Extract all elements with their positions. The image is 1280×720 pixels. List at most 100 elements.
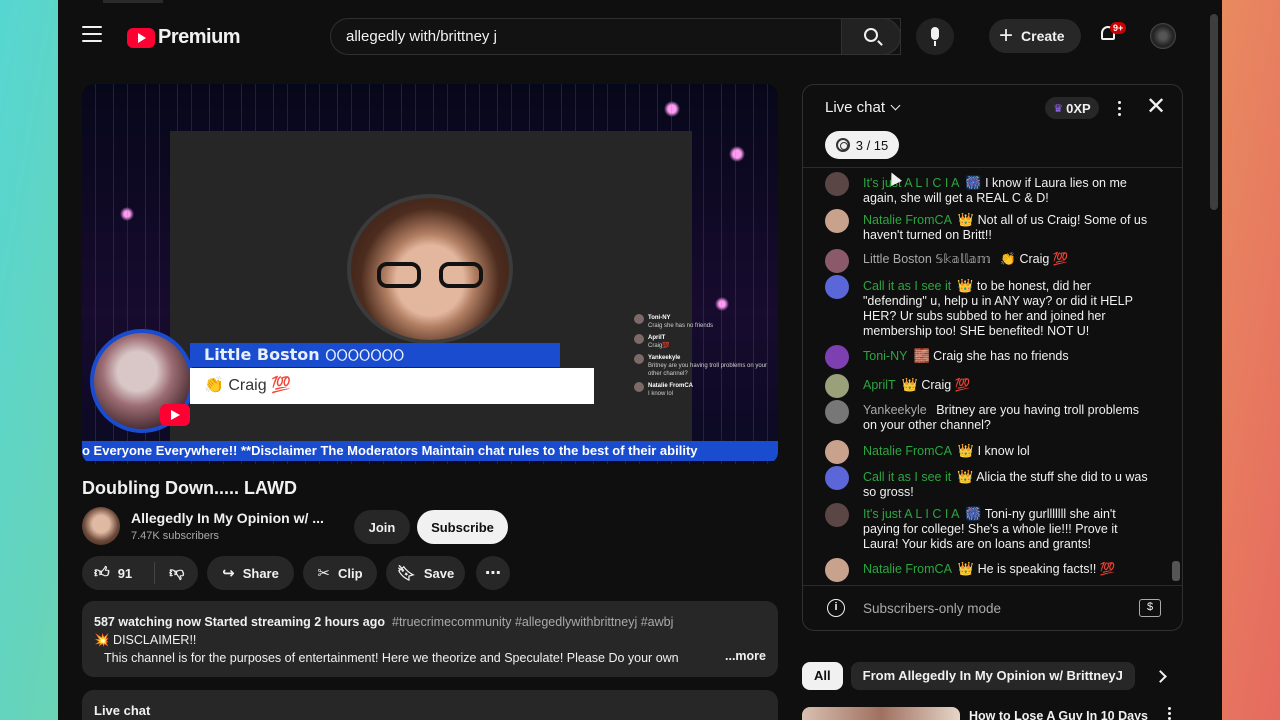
- chat-author[interactable]: Natalie FromCA: [863, 562, 952, 576]
- super-chat-dollar-icon[interactable]: $: [1139, 599, 1161, 617]
- subscribe-button[interactable]: Subscribe: [417, 510, 508, 544]
- chevron-right-icon[interactable]: [1154, 666, 1168, 686]
- logo-text: Premium: [158, 26, 241, 48]
- chat-avatar[interactable]: [825, 558, 849, 582]
- mini-chat-item: Yankeekyle Britney are you having troll p…: [634, 354, 770, 378]
- overlay-mini-chat: Toni-NY Craig she has no friends AprilT Cr…: [634, 314, 770, 434]
- chat-avatar[interactable]: [825, 466, 849, 490]
- chat-message: Call it as I see it 👑 Alicia the stuff sh…: [825, 466, 1155, 500]
- chat-author[interactable]: Toni-NY: [863, 349, 907, 363]
- create-button[interactable]: + Create: [989, 19, 1081, 53]
- chat-message: It's just A L I C I A 🎆 Toni-ny gurllllll…: [825, 503, 1155, 552]
- crown-icon: ♛: [1053, 102, 1064, 115]
- chat-avatar[interactable]: [825, 249, 849, 273]
- chat-author[interactable]: Yankeekyle: [863, 403, 927, 417]
- bookmark-icon: 🔖︎: [396, 565, 416, 582]
- recommendation-thumbnail[interactable]: [802, 707, 960, 720]
- member-badge-icon: 👑: [901, 377, 918, 392]
- menu-icon[interactable]: [82, 26, 102, 42]
- chip-all[interactable]: All: [802, 662, 843, 690]
- like-dislike-button[interactable]: 👍︎ 91 👎︎: [82, 556, 198, 590]
- chat-avatar[interactable]: [825, 400, 849, 424]
- chat-message: Natalie FromCA 👑 He is speaking facts!! 💯: [825, 558, 1155, 582]
- recommendation-title[interactable]: How to Lose A Guy In 10 Days: [969, 709, 1148, 720]
- chat-menu-icon[interactable]: [1114, 99, 1124, 119]
- description-line: This channel is for the purposes of ente…: [104, 651, 679, 665]
- chat-text: 👏 Craig 💯: [1000, 252, 1069, 266]
- search-input[interactable]: [346, 28, 786, 45]
- chat-author[interactable]: Little Boston 𝕊𝕜𝕒𝕝𝕝𝕒𝕞: [863, 252, 991, 266]
- overlay-name-bar: Little Boston 𝙾𝙾𝙾𝙾𝙾𝙾𝙾: [190, 343, 560, 367]
- page-scrollbar[interactable]: [1210, 14, 1218, 210]
- chat-goal-chip[interactable]: 3 / 15: [825, 131, 899, 159]
- create-label: Create: [1021, 28, 1065, 44]
- youtube-premium-logo[interactable]: Premium: [127, 26, 241, 49]
- chat-scrollbar[interactable]: [1172, 561, 1180, 581]
- chat-avatar[interactable]: [825, 172, 849, 196]
- live-chat-replay-bar[interactable]: Live chat: [82, 690, 778, 720]
- member-badge-icon: 🎆: [965, 506, 982, 521]
- more-actions-icon[interactable]: ⋯: [476, 556, 510, 590]
- voice-search-mic-icon[interactable]: [916, 18, 954, 55]
- show-more-link[interactable]: ...more: [725, 647, 766, 665]
- member-badge-icon: 🎆: [965, 175, 982, 190]
- share-button[interactable]: ↪ Share: [207, 556, 294, 590]
- thumbs-down-icon[interactable]: 👎︎: [169, 564, 184, 582]
- chat-text: He is speaking facts!! 💯: [977, 562, 1116, 576]
- chat-avatar[interactable]: [825, 345, 849, 369]
- chat-author[interactable]: AprilT: [863, 378, 896, 392]
- live-chat-mode-dropdown[interactable]: Live chat: [825, 99, 899, 116]
- chat-author[interactable]: Call it as I see it: [863, 470, 951, 484]
- youtube-window: Premium ✕ + Create 9+ Toni-NYCraig she h…: [58, 0, 1222, 720]
- close-chat-icon[interactable]: ✕: [1146, 95, 1166, 119]
- chat-text: I know lol: [977, 444, 1030, 458]
- chat-messages: It's just A L I C I A 🎆 I know if Laura l…: [803, 171, 1175, 585]
- chip-from-channel[interactable]: From Allegedly In My Opinion w/ Brittney…: [850, 662, 1135, 690]
- mini-chat-item: Natalie FromCA I know lol: [634, 382, 770, 398]
- chat-author[interactable]: It's just A L I C I A: [863, 176, 959, 190]
- header: Premium ✕ + Create 9+: [58, 0, 1222, 72]
- video-player[interactable]: Toni-NY Craig she has no friends AprilT Cr…: [82, 84, 778, 464]
- chat-avatar[interactable]: [825, 374, 849, 398]
- live-chat-panel: Live chat ♛ 0XP ✕ 3 / 15 It's just A L I …: [802, 84, 1183, 631]
- join-button[interactable]: Join: [354, 510, 410, 544]
- chat-author[interactable]: Call it as I see it: [863, 279, 951, 293]
- member-badge-icon: 👑: [957, 561, 975, 576]
- chat-avatar[interactable]: [825, 440, 849, 464]
- clip-button[interactable]: ✂ Clip: [303, 556, 377, 590]
- xp-badge[interactable]: ♛ 0XP: [1045, 97, 1099, 119]
- chat-author[interactable]: Natalie FromCA: [863, 213, 952, 227]
- member-badge-icon: 👑: [957, 469, 974, 484]
- chat-message: Toni-NY 🧱 Craig she has no friends: [825, 345, 1155, 369]
- channel-name[interactable]: Allegedly In My Opinion w/ ...: [131, 510, 324, 526]
- thumbs-up-icon[interactable]: 👍︎: [94, 564, 110, 582]
- chat-author[interactable]: It's just A L I C I A: [863, 507, 959, 521]
- channel-avatar[interactable]: [82, 507, 120, 545]
- stream-stats: 587 watching now Started streaming 2 hou…: [94, 615, 386, 629]
- description-box[interactable]: 587 watching now Started streaming 2 hou…: [82, 601, 778, 677]
- chat-avatar[interactable]: [825, 275, 849, 299]
- member-badge-icon: 👑: [957, 212, 975, 227]
- account-avatar[interactable]: [1150, 23, 1176, 49]
- info-icon[interactable]: i: [827, 599, 845, 617]
- recommendation-filter-chips: All From Allegedly In My Opinion w/ Brit…: [802, 662, 1143, 690]
- subscribers-only-notice: Subscribers-only mode: [863, 601, 1002, 616]
- hashtags[interactable]: #truecrimecommunity #allegedlywithbrittn…: [392, 615, 673, 629]
- chat-message: It's just A L I C I A 🎆 I know if Laura l…: [825, 172, 1155, 206]
- recommendation-menu-icon[interactable]: [1168, 707, 1172, 720]
- subscriber-count: 7.47K subscribers: [131, 530, 220, 542]
- chat-avatar[interactable]: [825, 503, 849, 527]
- save-button[interactable]: 🔖︎ Save: [386, 556, 465, 590]
- notifications-bell-icon[interactable]: 9+: [1098, 22, 1127, 46]
- search-box: ✕: [330, 18, 901, 55]
- member-badge-icon: 👑: [957, 443, 975, 458]
- chat-text: Craig she has no friends: [933, 349, 1069, 363]
- mini-chat-item: Toni-NY Craig she has no friends: [634, 314, 770, 330]
- search-button[interactable]: [841, 18, 901, 55]
- chat-message: Call it as I see it 👑 to be honest, did h…: [825, 275, 1155, 339]
- search-icon: [864, 28, 878, 42]
- chat-author[interactable]: Natalie FromCA: [863, 444, 952, 458]
- youtube-play-icon: [127, 27, 155, 48]
- chat-avatar[interactable]: [825, 209, 849, 233]
- chat-message: Yankeekyle Britney are you having troll …: [825, 400, 1155, 433]
